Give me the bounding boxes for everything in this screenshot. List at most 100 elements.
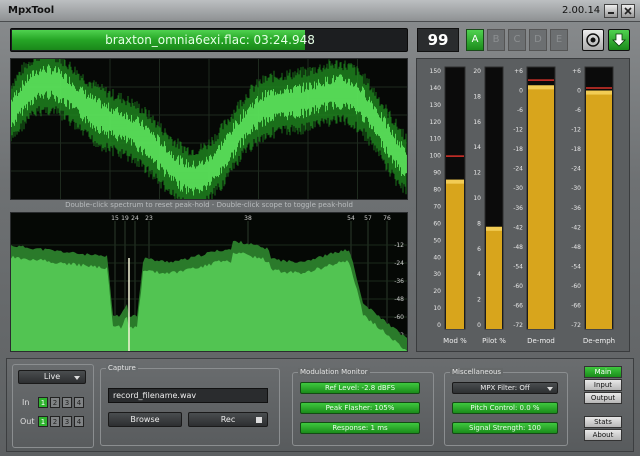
meter-tick-label: +6 xyxy=(572,68,581,75)
spectrum-panel[interactable]: 1519242338545776-12-24-36-48-60-72 xyxy=(10,212,408,352)
meter-tick-label: 140 xyxy=(430,85,442,92)
oscilloscope-display xyxy=(10,49,407,209)
meter-tick-label: 20 xyxy=(433,288,441,295)
title-bar xyxy=(0,0,640,22)
record-icon xyxy=(586,33,600,47)
meter-tick-label: 6 xyxy=(477,246,481,253)
chevron-down-icon xyxy=(74,376,80,380)
ref-level-button[interactable]: Ref Level: -2.8 dBFS xyxy=(300,382,420,394)
live-dropdown[interactable]: Live xyxy=(18,370,86,384)
meter-tick-label: -36 xyxy=(513,205,523,212)
meter-tick-label: -72 xyxy=(513,322,523,329)
meter-tick-label: -6 xyxy=(517,107,523,114)
spectrum-marker-label: 38 xyxy=(244,215,252,222)
meter-tick-label: -48 xyxy=(571,244,581,251)
live-dropdown-label: Live xyxy=(43,372,61,381)
meter-tick-label: 0 xyxy=(477,322,481,329)
side-button-output[interactable]: Output xyxy=(584,392,622,404)
out-channel-1-button[interactable]: 1 xyxy=(38,416,48,427)
slot-b-button[interactable]: B xyxy=(487,29,505,51)
download-button[interactable] xyxy=(608,29,630,51)
modulation-monitor-title: Modulation Monitor xyxy=(298,368,370,376)
out-channel-4-button[interactable]: 4 xyxy=(74,416,84,427)
side-button-main[interactable]: Main xyxy=(584,366,622,378)
meter-tick-label: 12 xyxy=(473,170,481,177)
meter-tick-label: -24 xyxy=(513,166,523,173)
meter-label: De-emph xyxy=(583,337,615,345)
spectrum-fill xyxy=(11,252,407,351)
meter-tick-label: -60 xyxy=(571,283,581,290)
meter-level-bar xyxy=(486,226,502,329)
slot-a-button[interactable]: A xyxy=(466,29,484,51)
meter-tick-label: 100 xyxy=(430,153,442,160)
meter-tick-label: 40 xyxy=(433,254,441,261)
spectrum-marker-label: 15 xyxy=(111,215,119,222)
meter-tick-label: -48 xyxy=(513,244,523,251)
in-channel-1-button[interactable]: 1 xyxy=(38,397,48,408)
meter-tick-label: 0 xyxy=(577,88,581,95)
spectrum-marker-label: 24 xyxy=(131,215,139,222)
slot-e-button[interactable]: E xyxy=(550,29,568,51)
meter-label: De-mod xyxy=(527,337,555,345)
hint-text: Double-click spectrum to reset peak-hold… xyxy=(65,201,353,209)
meter-tick-label: -18 xyxy=(513,146,523,153)
browse-button[interactable]: Browse xyxy=(108,412,182,427)
rec-dot-icon xyxy=(256,417,262,423)
response-button[interactable]: Response: 1 ms xyxy=(300,422,420,434)
meter-tick-label: -54 xyxy=(513,263,523,270)
app-title: MpxTool xyxy=(8,5,55,16)
pitch-control-button[interactable]: Pitch Control: 0.0 % xyxy=(452,402,558,414)
slot-c-button[interactable]: C xyxy=(508,29,526,51)
peak-flasher-button[interactable]: Peak Flasher: 105% xyxy=(300,402,420,414)
signal-strength-button[interactable]: Signal Strength: 100 xyxy=(452,422,558,434)
rec-button[interactable]: Rec xyxy=(188,412,268,427)
meters-panel: 150 140 130 120 110 100 90 80 70 60 50 40 30 20 10 0 Mod… xyxy=(416,58,630,352)
meter-tick-label: 30 xyxy=(433,271,441,278)
side-button-stats[interactable]: Stats xyxy=(584,416,622,428)
meter-tick-label: 110 xyxy=(430,136,442,143)
oscilloscope-panel[interactable] xyxy=(10,49,408,209)
meter-tick-label: 50 xyxy=(433,237,441,244)
meter-level-bar xyxy=(586,90,612,329)
minimize-icon xyxy=(608,12,614,14)
meter-tick-label: +6 xyxy=(514,68,523,75)
record-button[interactable] xyxy=(582,29,604,51)
slot-d-button[interactable]: D xyxy=(529,29,547,51)
meter-tick-label: 18 xyxy=(473,93,481,100)
meter-level-bar xyxy=(528,85,554,329)
in-channel-4-button[interactable]: 4 xyxy=(74,397,84,408)
spectrum-db-tick: -60 xyxy=(394,314,404,321)
side-button-input[interactable]: Input xyxy=(584,379,622,391)
spectrum-display: 1519242338545776-12-24-36-48-60-72 xyxy=(11,213,407,351)
side-button-about[interactable]: About xyxy=(584,429,622,441)
mpx-filter-label: MPX Filter: Off xyxy=(480,384,530,392)
spectrum-marker-label: 19 xyxy=(121,215,129,222)
in-channel-2-button[interactable]: 2 xyxy=(50,397,60,408)
meter-tick-label: 10 xyxy=(473,195,481,202)
meter-tick-label: -6 xyxy=(575,107,581,114)
out-channel-3-button[interactable]: 3 xyxy=(62,416,72,427)
close-icon xyxy=(624,7,632,15)
rec-button-label: Rec xyxy=(220,415,236,424)
meter-tick-label: -42 xyxy=(571,224,581,231)
app-version: 2.00.14 xyxy=(562,5,601,16)
out-channel-2-button[interactable]: 2 xyxy=(50,416,60,427)
chevron-down-icon xyxy=(547,387,553,391)
spectrum-db-tick: -24 xyxy=(394,260,404,267)
mpx-filter-dropdown[interactable]: MPX Filter: Off xyxy=(452,382,558,394)
close-button[interactable] xyxy=(621,4,635,18)
in-channel-3-button[interactable]: 3 xyxy=(62,397,72,408)
capture-filename-input[interactable]: record_filename.wav xyxy=(108,388,268,403)
minimize-button[interactable] xyxy=(604,4,618,18)
meter-tick-label: -30 xyxy=(571,185,581,192)
meter-tick-label: -66 xyxy=(571,302,581,309)
meter-tick-label: 90 xyxy=(433,170,441,177)
track-progress-bar[interactable]: braxton_omnia6exi.flac: 03:24.948 xyxy=(10,28,408,52)
in-label: In xyxy=(22,398,30,407)
meter-tick-label: 0 xyxy=(519,88,523,95)
out-label: Out xyxy=(20,417,35,426)
spectrum-db-tick: -12 xyxy=(394,242,404,249)
meter-tick-label: 8 xyxy=(477,220,481,227)
spectrum-db-tick: -36 xyxy=(394,278,404,285)
spectrum-marker-label: 23 xyxy=(145,215,153,222)
